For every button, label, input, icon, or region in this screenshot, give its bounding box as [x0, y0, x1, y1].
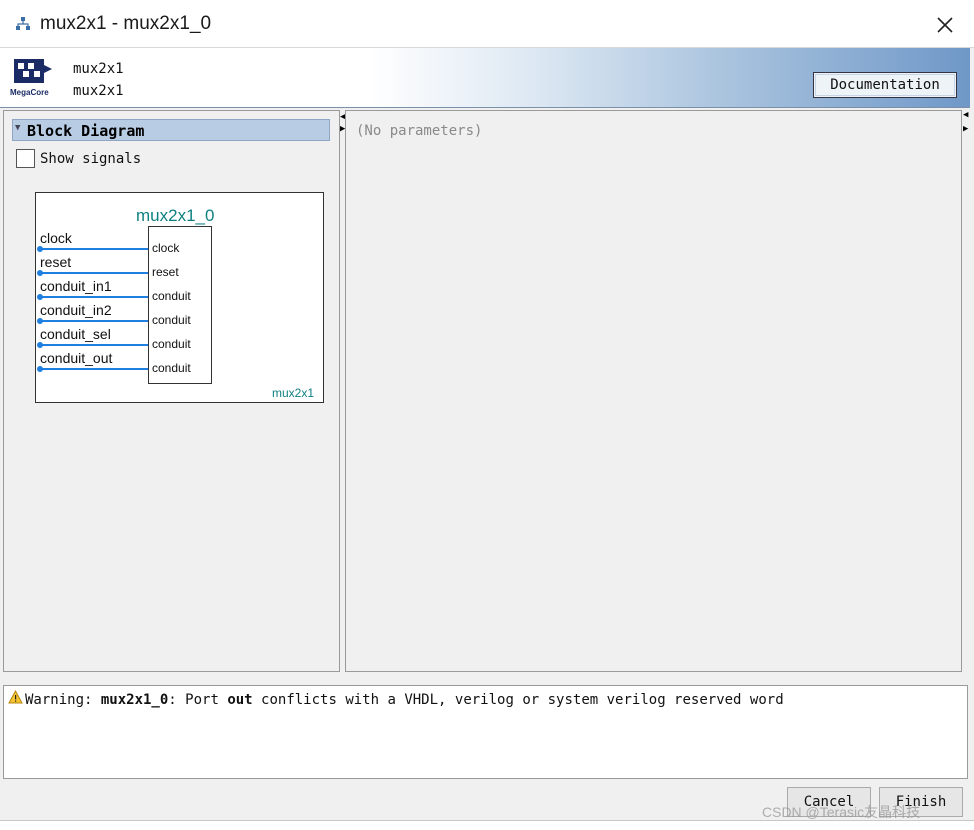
- show-signals-label[interactable]: Show signals: [40, 151, 141, 167]
- component-name: mux2x1: [73, 61, 124, 77]
- megacore-logo: MegaCore: [10, 59, 52, 97]
- signal-endpoint: [37, 366, 43, 372]
- port-label: conduit: [152, 361, 191, 375]
- warning-instance: mux2x1_0: [100, 692, 169, 708]
- warning-icon: [8, 690, 23, 704]
- signal-label: conduit_in2: [40, 302, 112, 318]
- splitter-left-arrow-icon[interactable]: ◀: [963, 110, 968, 120]
- message-area: Warning: mux2x1_0: Port out conflicts wi…: [3, 685, 968, 779]
- signal-wire: [40, 344, 148, 346]
- warning-prefix: Warning:: [25, 692, 101, 708]
- signal-wire: [40, 320, 148, 322]
- signal-wire: [40, 248, 148, 250]
- component-header: MegaCore mux2x1 mux2x1 Documentation: [0, 48, 970, 108]
- collapse-triangle-icon[interactable]: ▼: [15, 123, 20, 133]
- show-signals-checkbox[interactable]: [16, 149, 35, 168]
- component-type-label: mux2x1: [272, 386, 315, 400]
- title-bar: mux2x1 - mux2x1_0: [0, 0, 974, 48]
- parameters-pane: [345, 110, 962, 672]
- port-label: clock: [152, 241, 180, 255]
- splitter-right-arrow-icon[interactable]: ▶: [963, 124, 968, 134]
- warning-port: out: [227, 692, 253, 708]
- port-label: conduit: [152, 337, 191, 351]
- window-title: mux2x1 - mux2x1_0: [40, 13, 212, 34]
- documentation-button[interactable]: Documentation: [813, 72, 957, 98]
- block-diagram: mux2x1_0 clock reset conduit conduit con…: [35, 192, 324, 403]
- signal-label: clock: [40, 230, 72, 246]
- section-title: Block Diagram: [27, 122, 145, 140]
- signal-label: conduit_sel: [40, 326, 111, 342]
- component-symbol: clock reset conduit conduit conduit cond…: [148, 226, 212, 384]
- block-diagram-section-header[interactable]: ▼ Block Diagram: [12, 119, 330, 141]
- signal-endpoint: [37, 318, 43, 324]
- port-label: conduit: [152, 313, 191, 327]
- signal-wire: [40, 272, 148, 274]
- warning-text-rest: conflicts with a VHDL, verilog or system…: [252, 692, 784, 708]
- no-parameters-text: (No parameters): [356, 123, 483, 139]
- signal-endpoint: [37, 342, 43, 348]
- signal-label: conduit_in1: [40, 278, 112, 294]
- signal-wire: [40, 368, 148, 370]
- tree-icon: [16, 17, 30, 30]
- component-type: mux2x1: [73, 83, 124, 99]
- watermark: CSDN @Terasic友晶科技: [762, 804, 921, 820]
- logo-text: MegaCore: [10, 88, 49, 97]
- port-label: conduit: [152, 289, 191, 303]
- instance-name: mux2x1_0: [136, 206, 215, 225]
- signal-endpoint: [37, 246, 43, 252]
- signal-endpoint: [37, 270, 43, 276]
- port-label: reset: [152, 265, 179, 279]
- warning-message: Warning: mux2x1_0: Port out conflicts wi…: [25, 692, 784, 708]
- close-icon[interactable]: [930, 10, 960, 40]
- signal-endpoint: [37, 294, 43, 300]
- signal-label: reset: [40, 254, 72, 270]
- signal-label: conduit_out: [40, 350, 113, 366]
- signal-wire: [40, 296, 148, 298]
- warning-text-mid: : Port: [168, 692, 228, 708]
